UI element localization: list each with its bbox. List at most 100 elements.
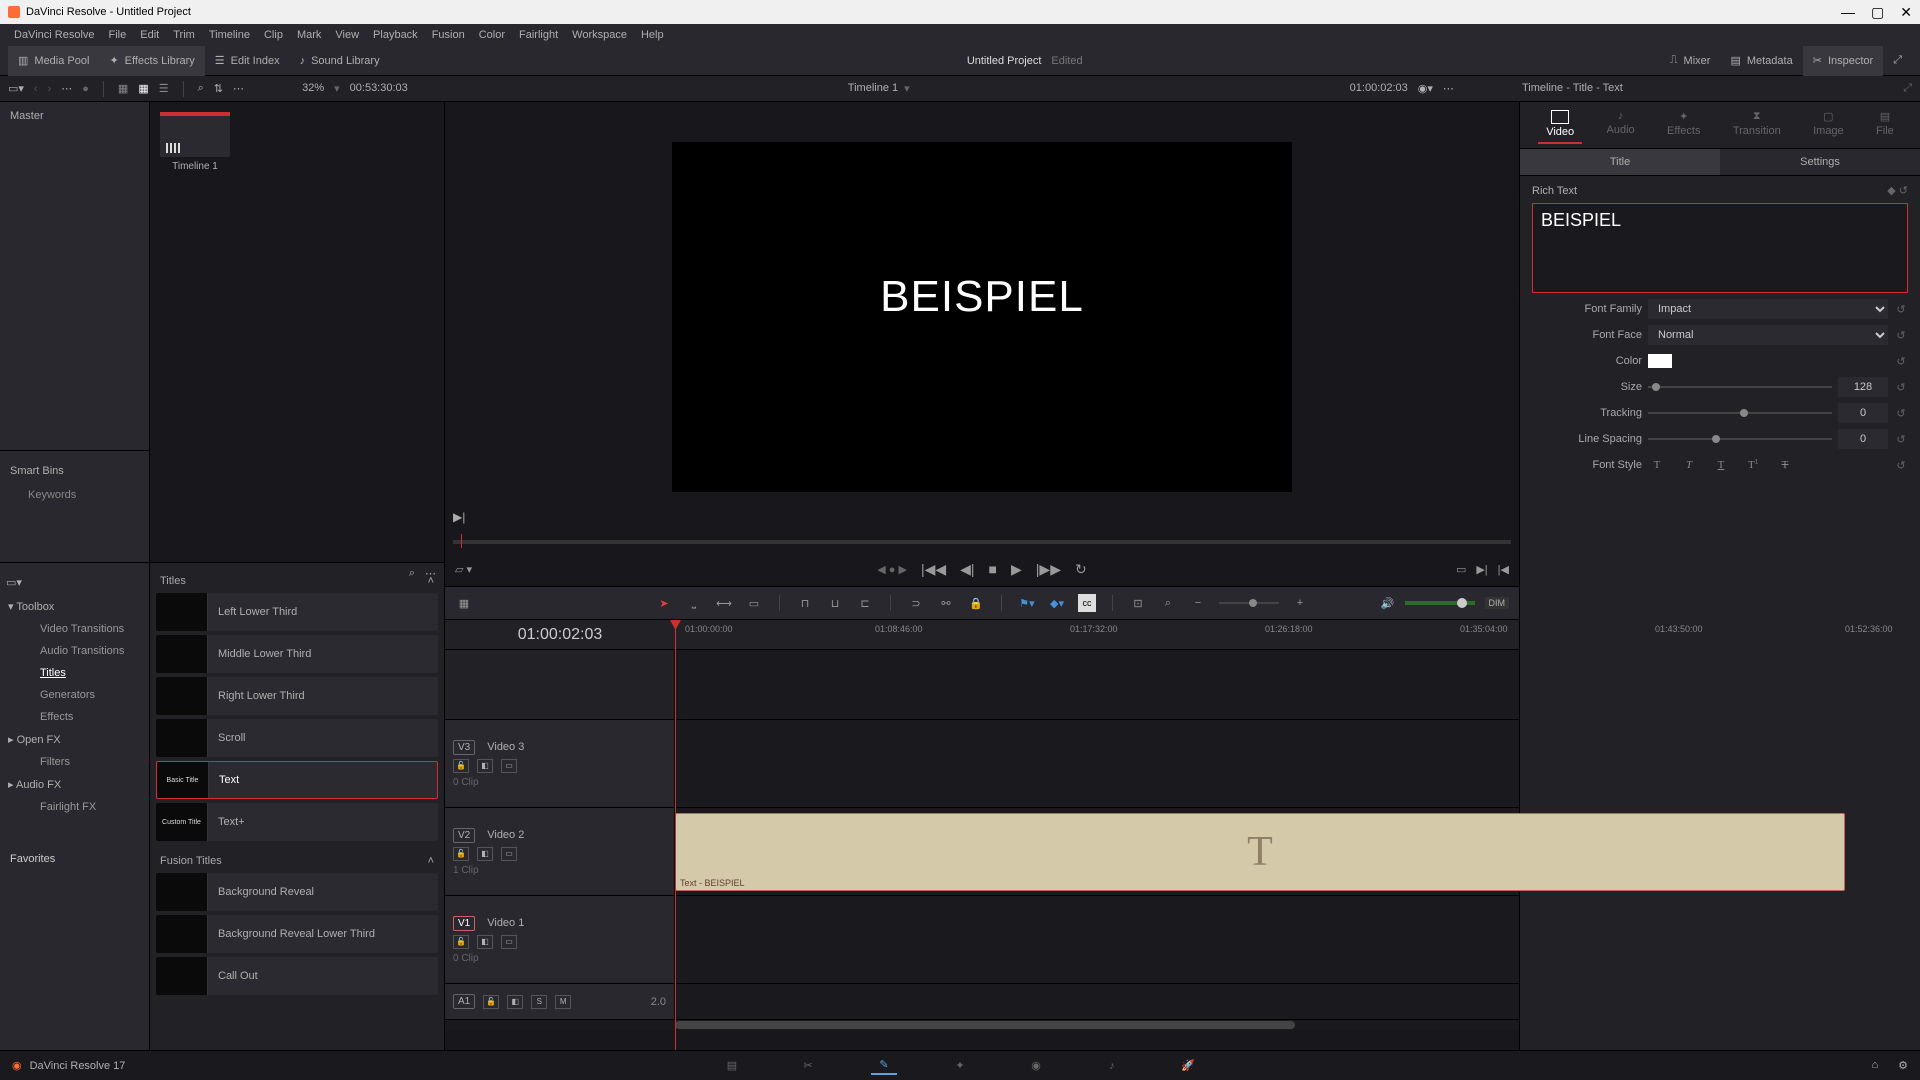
reset-icon[interactable]: ↺ bbox=[1894, 433, 1908, 446]
menu-fusion[interactable]: Fusion bbox=[426, 29, 471, 41]
menu-help[interactable]: Help bbox=[635, 29, 670, 41]
inspector-tab-video[interactable]: Video bbox=[1538, 106, 1582, 144]
zoom-value[interactable]: 32% bbox=[302, 82, 324, 95]
color-page-tab[interactable]: ◉ bbox=[1023, 1057, 1049, 1075]
zoom-in-icon[interactable]: + bbox=[1291, 594, 1309, 612]
effects-library-toggle[interactable]: ✦Effects Library bbox=[99, 46, 204, 76]
auto-select-icon[interactable]: ◧ bbox=[477, 935, 493, 949]
timeline-clip-thumb[interactable] bbox=[160, 112, 230, 157]
menu-color[interactable]: Color bbox=[473, 29, 511, 41]
go-in-icon[interactable]: ▶| bbox=[1476, 563, 1487, 576]
menu-clip[interactable]: Clip bbox=[258, 29, 289, 41]
trim-tool-icon[interactable]: ⎵ bbox=[685, 594, 703, 612]
transform-mode-icon[interactable]: ▱ ▾ bbox=[455, 563, 472, 576]
menu-playback[interactable]: Playback bbox=[367, 29, 424, 41]
inspector-expand-icon[interactable]: ⤢ bbox=[1903, 82, 1912, 95]
track-v3-clips[interactable] bbox=[675, 720, 1519, 807]
inspector-tab-effects[interactable]: ✦Effects bbox=[1659, 106, 1708, 144]
collapse-icon[interactable]: ˄ bbox=[428, 855, 434, 867]
menu-fairlight[interactable]: Fairlight bbox=[513, 29, 564, 41]
inspector-subtab-title[interactable]: Title bbox=[1520, 149, 1720, 176]
media-page-tab[interactable]: ▤ bbox=[719, 1057, 745, 1075]
fusion-page-tab[interactable]: ✦ bbox=[947, 1057, 973, 1075]
reset-icon[interactable]: ↺ bbox=[1894, 355, 1908, 368]
timeline-ruler[interactable]: 01:00:00:00 01:08:46:00 01:17:32:00 01:2… bbox=[675, 620, 1519, 649]
lock-icon[interactable]: 🔒 bbox=[967, 594, 985, 612]
lock-track-icon[interactable]: 🔓 bbox=[453, 847, 469, 861]
font-family-select[interactable]: Impact bbox=[1648, 299, 1888, 319]
fusion-title-bg-reveal[interactable]: Background Reveal bbox=[156, 873, 438, 911]
viewer-scrubber[interactable] bbox=[453, 532, 1511, 552]
nav-fwd-icon[interactable]: › bbox=[48, 83, 52, 95]
auto-select-icon[interactable]: ◧ bbox=[477, 847, 493, 861]
mixer-toggle[interactable]: ⎍Mixer bbox=[1660, 46, 1721, 76]
edit-index-toggle[interactable]: ☰Edit Index bbox=[205, 46, 290, 76]
mute-icon[interactable]: 🔊 bbox=[1381, 597, 1395, 610]
list-view-icon[interactable]: ☰ bbox=[159, 82, 169, 95]
auto-select-audio-icon[interactable]: ◧ bbox=[507, 995, 523, 1009]
solo-button[interactable]: S bbox=[531, 995, 547, 1009]
openfx-node[interactable]: ▸ Open FX bbox=[0, 728, 149, 751]
link-icon[interactable]: ⚯ bbox=[937, 594, 955, 612]
reset-icon[interactable]: ↺ bbox=[1894, 407, 1908, 420]
timeline-h-scrollbar[interactable] bbox=[675, 1020, 1519, 1030]
reset-icon[interactable]: ↺ bbox=[1894, 329, 1908, 342]
effects-node[interactable]: Effects bbox=[0, 706, 149, 728]
tc-options-icon[interactable]: ◉▾ bbox=[1418, 82, 1433, 95]
disable-track-icon[interactable]: ▭ bbox=[501, 847, 517, 861]
strip-view-icon[interactable]: ▦ bbox=[118, 82, 128, 95]
dim-button[interactable]: DIM bbox=[1485, 597, 1510, 609]
metadata-toggle[interactable]: ▤Metadata bbox=[1720, 46, 1802, 76]
inspector-tab-file[interactable]: ▤File bbox=[1868, 106, 1902, 144]
menu-resolve[interactable]: DaVinci Resolve bbox=[8, 29, 101, 41]
tracking-value[interactable] bbox=[1838, 403, 1888, 423]
zoom-detail-icon[interactable]: ⌕ bbox=[1159, 594, 1177, 612]
dynamic-trim-icon[interactable]: ⟷ bbox=[715, 594, 733, 612]
style-underline-button[interactable]: T bbox=[1712, 459, 1730, 471]
fairlight-page-tab[interactable]: ♪ bbox=[1099, 1057, 1125, 1075]
fusion-title-bg-reveal-lt[interactable]: Background Reveal Lower Third bbox=[156, 915, 438, 953]
bin-view-icon[interactable]: ▭▾ bbox=[8, 82, 24, 95]
title-item-text-plus[interactable]: Custom TitleText+ bbox=[156, 803, 438, 841]
style-italic-button[interactable]: T bbox=[1680, 459, 1698, 471]
menu-timeline[interactable]: Timeline bbox=[203, 29, 256, 41]
prev-frame-button[interactable]: ◀| bbox=[960, 561, 974, 578]
title-item-right-lower-third[interactable]: Right Lower Third bbox=[156, 677, 438, 715]
cut-page-tab[interactable]: ✂ bbox=[795, 1057, 821, 1075]
zoom-out-icon[interactable]: − bbox=[1189, 594, 1207, 612]
lock-audio-icon[interactable]: 🔓 bbox=[483, 995, 499, 1009]
menu-file[interactable]: File bbox=[103, 29, 133, 41]
menu-mark[interactable]: Mark bbox=[291, 29, 327, 41]
marker-icon[interactable]: ◆▾ bbox=[1048, 594, 1066, 612]
menu-view[interactable]: View bbox=[329, 29, 365, 41]
replace-icon[interactable]: ⊏ bbox=[856, 594, 874, 612]
title-item-scroll[interactable]: Scroll bbox=[156, 719, 438, 757]
sound-library-toggle[interactable]: ♪Sound Library bbox=[290, 46, 390, 76]
keyframe-icon[interactable]: ◆ bbox=[1887, 185, 1895, 197]
size-value[interactable] bbox=[1838, 377, 1888, 397]
home-icon[interactable]: ⌂ bbox=[1871, 1059, 1878, 1072]
media-pool-toggle[interactable]: ▥Media Pool bbox=[8, 46, 99, 76]
inspector-tab-audio[interactable]: ♪Audio bbox=[1599, 106, 1643, 144]
master-bin[interactable]: Master bbox=[0, 102, 149, 130]
options-icon[interactable]: ⋯ bbox=[233, 82, 244, 95]
fusion-title-call-out[interactable]: Call Out bbox=[156, 957, 438, 995]
caption-icon[interactable]: cc bbox=[1078, 594, 1096, 612]
tracking-slider[interactable] bbox=[1648, 406, 1832, 420]
color-swatch[interactable] bbox=[1648, 354, 1672, 368]
track-header-a1[interactable]: A1 🔓 ◧ S M 2.0 bbox=[445, 984, 675, 1019]
favorites-node[interactable]: Favorites bbox=[0, 848, 149, 870]
reset-icon[interactable]: ↺ bbox=[1894, 459, 1908, 472]
menu-trim[interactable]: Trim bbox=[167, 29, 201, 41]
more-icon[interactable]: ⋯ bbox=[61, 82, 72, 95]
generators-node[interactable]: Generators bbox=[0, 684, 149, 706]
disable-track-icon[interactable]: ▭ bbox=[501, 759, 517, 773]
menu-edit[interactable]: Edit bbox=[134, 29, 165, 41]
title-clip[interactable]: T Text - BEISPIEL bbox=[675, 813, 1845, 891]
title-item-left-lower-third[interactable]: Left Lower Third bbox=[156, 593, 438, 631]
go-start-button[interactable]: |◀◀ bbox=[921, 561, 946, 578]
overwrite-icon[interactable]: ⊔ bbox=[826, 594, 844, 612]
blade-tool-icon[interactable]: ▭ bbox=[745, 594, 763, 612]
auto-select-icon[interactable]: ◧ bbox=[477, 759, 493, 773]
stop-button[interactable]: ■ bbox=[989, 561, 997, 577]
